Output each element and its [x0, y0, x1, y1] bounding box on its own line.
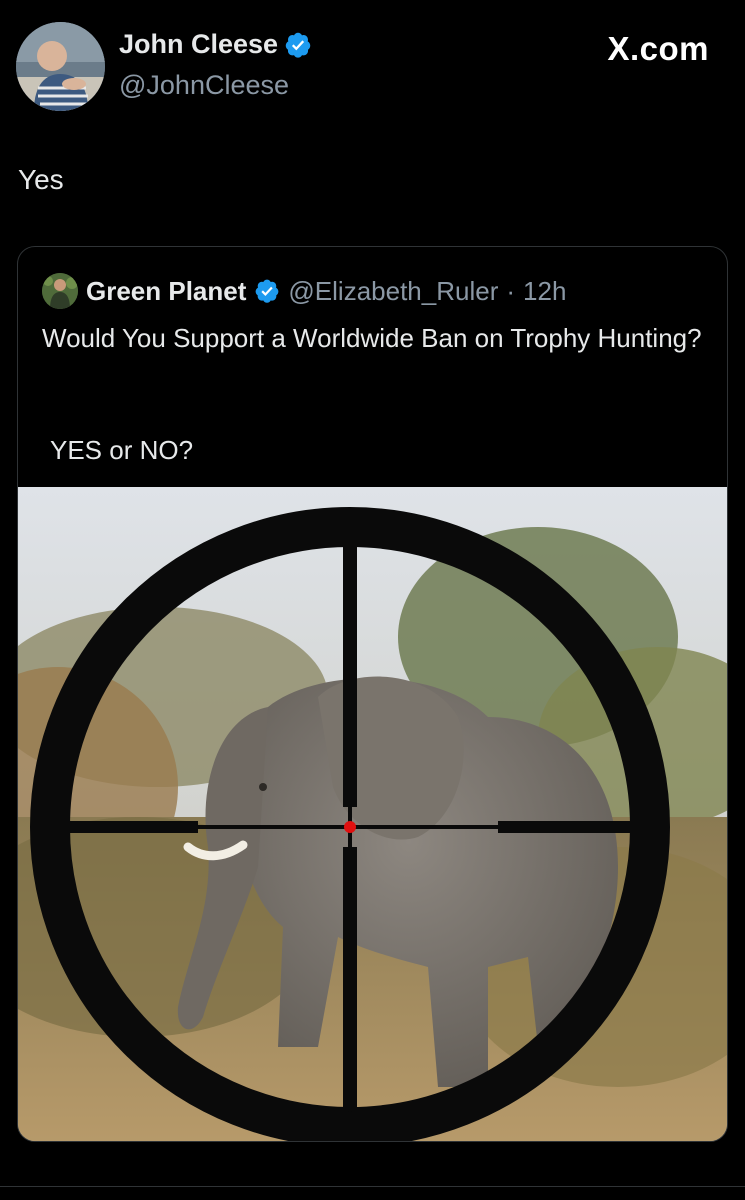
profile-photo-icon	[16, 22, 105, 111]
verified-badge-icon	[256, 279, 279, 303]
post-view: John Cleese @JohnCleese X.com Yes Green …	[0, 0, 745, 1200]
quoted-post-header: Green Planet @Elizabeth_Ruler · 12h	[42, 273, 566, 309]
verified-badge-icon	[285, 32, 311, 58]
divider	[0, 1186, 745, 1187]
quoted-author-name[interactable]: Green Planet	[86, 276, 246, 307]
author-handle[interactable]: @JohnCleese	[119, 70, 289, 101]
quoted-author-avatar[interactable]	[42, 273, 78, 309]
quoted-post-question: YES or NO?	[50, 435, 194, 465]
profile-photo-icon	[42, 273, 78, 309]
quoted-post-text: Would You Support a Worldwide Ban on Tro…	[42, 323, 702, 353]
quoted-post-time[interactable]: 12h	[523, 276, 566, 307]
author-name[interactable]: John Cleese	[119, 29, 278, 60]
author-name-row[interactable]: John Cleese	[119, 29, 312, 60]
elephant-in-rifle-scope-icon	[18, 487, 727, 1141]
author-avatar[interactable]	[16, 22, 105, 111]
quoted-post-image[interactable]	[18, 487, 727, 1141]
quoted-post-card[interactable]: Green Planet @Elizabeth_Ruler · 12h Woul…	[17, 246, 728, 1142]
quoted-author-handle[interactable]: @Elizabeth_Ruler	[288, 276, 498, 307]
tweet-text: Yes	[18, 164, 64, 195]
separator-dot: ·	[506, 275, 516, 306]
brand-watermark: X.com	[607, 30, 709, 67]
